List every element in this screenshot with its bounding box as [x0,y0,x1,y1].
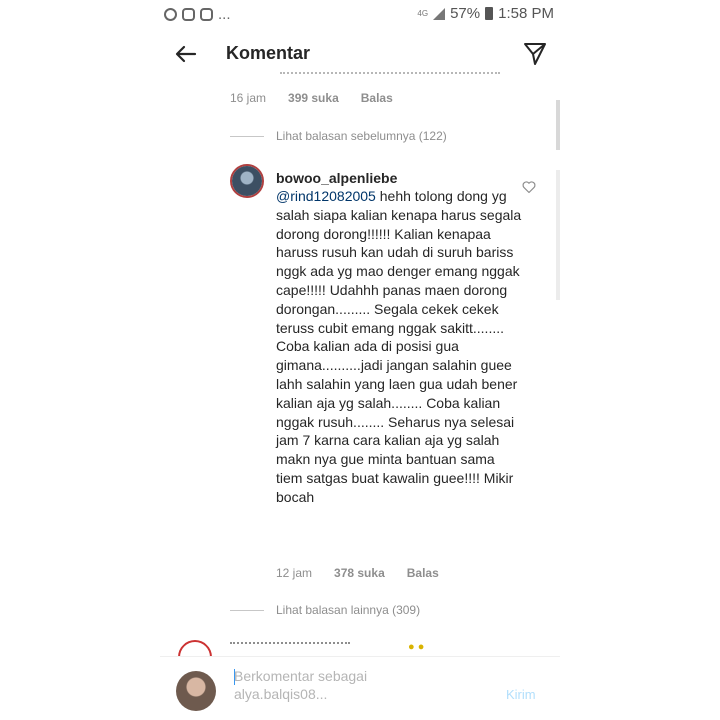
next-comment-username [230,642,350,646]
heart-icon[interactable] [522,180,536,194]
arrow-left-icon[interactable] [174,42,198,66]
reply-button[interactable]: Balas [407,566,439,580]
status-bar: ... 4G 57% 1:58 PM [160,0,560,30]
paper-plane-icon[interactable] [522,41,548,67]
divider [230,135,264,137]
network-label: 4G [417,8,429,18]
comment-input[interactable]: Berkomentar sebagai alya.balqis08... [234,667,424,703]
avatar[interactable] [230,164,264,198]
divider [230,609,264,611]
instagram-icon [182,8,195,21]
comment-meta: 12 jam 378 suka Balas [276,566,461,580]
comment-time: 12 jam [276,566,313,580]
view-more-replies-label: Lihat balasan lainnya (309) [276,603,421,617]
notification-icons: ... [164,6,231,23]
scrollbar[interactable] [556,100,560,150]
like-count[interactable]: 399 suka [288,91,339,105]
signal-icon [433,7,446,20]
reply-button[interactable]: Balas [361,91,393,105]
view-previous-replies-label: Lihat balasan sebelumnya (122) [276,129,447,143]
battery-percent: 57% [450,5,481,22]
comment-body-text: hehh tolong dong yg salah siapa kalian k… [276,188,522,505]
comment-username[interactable]: bowoo_alpenliebe [276,170,397,186]
post-button[interactable]: Kirim [506,687,536,702]
instagram-icon [200,8,213,21]
comment-text: @rind12082005 hehh tolong dong yg salah … [276,187,522,507]
battery-icon [485,7,494,20]
scrollbar-track [556,170,560,300]
status-right: 4G 57% 1:58 PM [417,5,554,22]
page-title: Komentar [226,43,311,63]
comments-screen: ... 4G 57% 1:58 PM Komentar 16 jam 399 s… [160,0,560,720]
more-notifications: ... [218,6,231,23]
emoji-icon: ● ● [408,641,425,653]
messenger-icon [164,8,177,21]
comment-time: 16 jam [230,91,267,105]
mention-link[interactable]: @rind12082005 [276,188,376,204]
view-previous-replies[interactable]: Lihat balasan sebelumnya (122) [230,129,447,143]
clock: 1:58 PM [498,5,554,22]
avatar [176,671,216,711]
view-more-replies[interactable]: Lihat balasan lainnya (309) [230,603,420,617]
previous-comment-meta: 16 jam 399 suka Balas [230,91,415,105]
like-count[interactable]: 378 suka [334,566,385,580]
comment-composer: Berkomentar sebagai alya.balqis08... Kir… [160,656,560,720]
truncated-comment-text [280,72,500,76]
